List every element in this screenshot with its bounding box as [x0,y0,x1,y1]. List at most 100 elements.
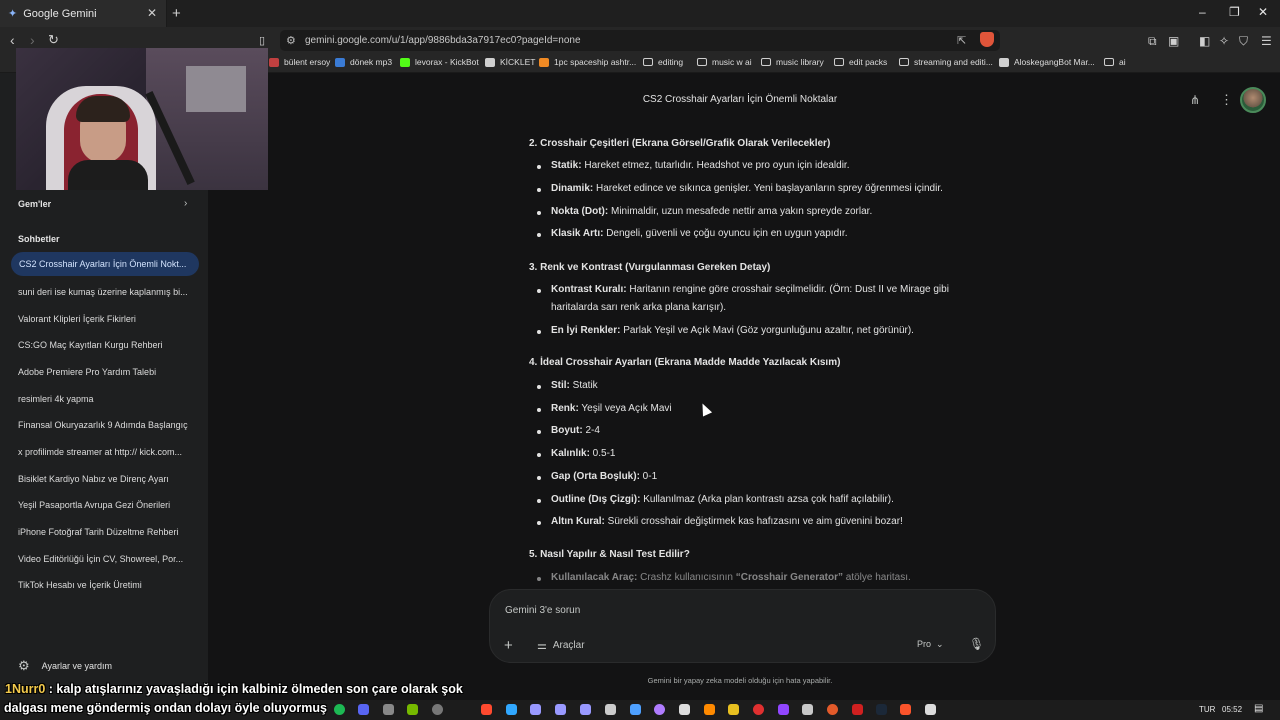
maximize-icon[interactable]: ❐ [1229,5,1240,19]
bookmark-folder[interactable]: edit packs [834,57,887,67]
section-heading: 5. Nasıl Yapılır & Nasıl Test Edilir? [529,549,690,560]
chat-username: 1Nurr0 [5,682,46,696]
nvidia-icon[interactable] [407,704,418,715]
minimize-icon[interactable]: – [1199,5,1206,19]
extensions-icon[interactable]: ⧉ [1148,34,1157,49]
chat-item[interactable]: iPhone Fotoğraf Tarih Düzeltme Rehberi [18,527,198,537]
premiere-icon[interactable] [580,704,591,715]
chat-item[interactable]: Video Editörlüğü İçin CV, Showreel, Por.… [18,554,198,564]
wallet-icon[interactable]: ▣ [1168,34,1179,48]
chat-item[interactable]: CS:GO Maç Kayıtları Kurgu Rehberi [18,340,198,350]
after-effects-icon[interactable] [555,704,566,715]
chat-item[interactable]: suni deri ise kumaş üzerine kaplanmış bi… [18,287,198,297]
conversation-title[interactable]: CS2 Crosshair Ayarları İçin Önemli Nokta… [560,94,920,105]
app-icon[interactable] [704,704,715,715]
chat-item[interactable]: Valorant Klipleri İçerik Fikirleri [18,314,198,324]
brave-icon[interactable] [900,704,911,715]
media-encoder-icon[interactable] [530,704,541,715]
more-options-icon[interactable]: ⋮ [1220,92,1233,108]
notification-icon[interactable]: ▤ [1254,703,1263,714]
clock[interactable]: 05:52 [1222,705,1242,714]
chat-item[interactable]: Bisiklet Kardiyo Nabız ve Direnç Ayarı [18,474,198,484]
close-window-icon[interactable]: ✕ [1258,5,1268,19]
bookmark-item[interactable]: levorax - KickBot [400,57,479,67]
new-tab-button[interactable]: + [172,5,181,22]
sidebar-toggle-icon[interactable]: ◧ [1199,34,1210,48]
microphone-icon[interactable]: 🎙 [969,637,984,651]
menu-icon[interactable]: ☰ [1261,34,1272,48]
chat-item[interactable]: Yeşil Pasaportla Avrupa Gezi Önerileri [18,500,198,510]
bookmark-item[interactable]: dönek mp3 [335,57,392,67]
back-icon[interactable]: ‹ [10,32,15,48]
chat-item[interactable]: Finansal Okuryazarlık 9 Adımda Başlangıç [18,420,198,430]
bookmark-item[interactable]: KİCKLET [485,57,535,67]
list-item: Klasik Artı: Dengeli, güvenli ve çoğu oy… [551,228,848,239]
bookmark-folder[interactable]: music w ai [697,57,752,67]
app-icon[interactable] [802,704,813,715]
close-tab-icon[interactable]: ✕ [147,6,157,20]
app-icon[interactable] [778,704,789,715]
bookmark-folder[interactable]: editing [643,57,683,67]
chat-item[interactable]: TikTok Hesabı ve İçerik Üretimi [18,580,198,590]
bookmark-item[interactable]: AloskegangBot Mar... [999,57,1095,67]
app-icon[interactable] [852,704,863,715]
chevron-right-icon[interactable]: › [184,198,187,209]
tab-bar: ✦ Google Gemini ✕ + – ❐ ✕ [0,0,1280,27]
bookmark-folder[interactable]: ai [1104,57,1126,67]
settings-and-help[interactable]: ⚙ Ayarlar ve yardım [18,658,112,674]
chat-item-active[interactable]: CS2 Crosshair Ayarları İçin Önemli Nokt.… [11,252,199,276]
language-indicator[interactable]: TUR [1199,705,1215,714]
app-icon[interactable] [432,704,443,715]
bullet [537,476,541,480]
brave-shield-icon[interactable] [980,32,994,47]
app-icon[interactable] [728,704,739,715]
bookmark-item[interactable]: bülent ersoy [269,57,330,67]
url-text[interactable]: gemini.google.com/u/1/app/9886bda3a7917e… [305,35,581,46]
list-item: Kullanılacak Araç: Crashz kullanıcısının… [551,572,911,583]
app-icon[interactable] [630,704,641,715]
vpn-icon[interactable]: ⛉ [1239,34,1248,49]
bullet [537,408,541,412]
add-attachment-button[interactable]: + [504,637,513,654]
tools-icon: ⚌ [537,640,547,652]
tools-button[interactable]: ⚌ Araçlar [537,639,585,652]
chat-item[interactable]: Adobe Premiere Pro Yardım Talebi [18,367,198,377]
chat-item[interactable]: resimleri 4k yapma [18,394,198,404]
site-info-icon[interactable]: ⚙ [286,34,296,47]
prompt-input[interactable]: Gemini 3'e sorun [505,605,580,616]
disclaimer-text: Gemini bir yapay zeka modeli olduğu için… [647,676,833,685]
share-icon[interactable]: ⋔ [1190,93,1200,107]
share-page-icon[interactable]: ⇱ [957,34,966,47]
chats-heading: Sohbetler [18,234,60,244]
app-icon[interactable] [827,704,838,715]
bullet [537,577,541,581]
app-icon[interactable] [679,704,690,715]
forward-icon[interactable]: › [30,32,35,48]
app-icon[interactable] [925,704,936,715]
bookmark-item[interactable]: 1pc spaceship ashtr... [539,57,636,67]
model-selector[interactable]: Pro ⌄ [917,639,944,650]
browser-tab[interactable]: ✦ Google Gemini ✕ [0,0,167,27]
leo-ai-icon[interactable]: ✧ [1219,34,1229,48]
chat-item[interactable]: x profilimde streamer at http:// kick.co… [18,447,198,457]
app-icon[interactable] [383,704,394,715]
illustrator-icon[interactable] [481,704,492,715]
app-icon[interactable] [753,704,764,715]
bookmark-folder[interactable]: streaming and editi... [899,57,993,67]
spotify-icon[interactable] [334,704,345,715]
discord-icon[interactable] [358,704,369,715]
steam-icon[interactable] [876,704,887,715]
app-icon[interactable] [654,704,665,715]
avatar[interactable] [1240,87,1266,113]
list-item: Nokta (Dot): Minimaldir, uzun mesafede n… [551,206,873,217]
gems-link[interactable]: Gem'ler [18,199,51,209]
app-icon[interactable] [605,704,616,715]
webcam-overlay [16,48,268,190]
photoshop-icon[interactable] [506,704,517,715]
bookmark-folder[interactable]: music library [761,57,824,67]
reload-icon[interactable]: ↻ [48,32,59,48]
folder-icon [643,58,653,66]
bookmark-icon[interactable]: ▯ [259,34,265,47]
list-item: Outline (Dış Çizgi): Kullanılmaz (Arka p… [551,494,894,505]
gemini-icon: ✦ [8,8,18,20]
